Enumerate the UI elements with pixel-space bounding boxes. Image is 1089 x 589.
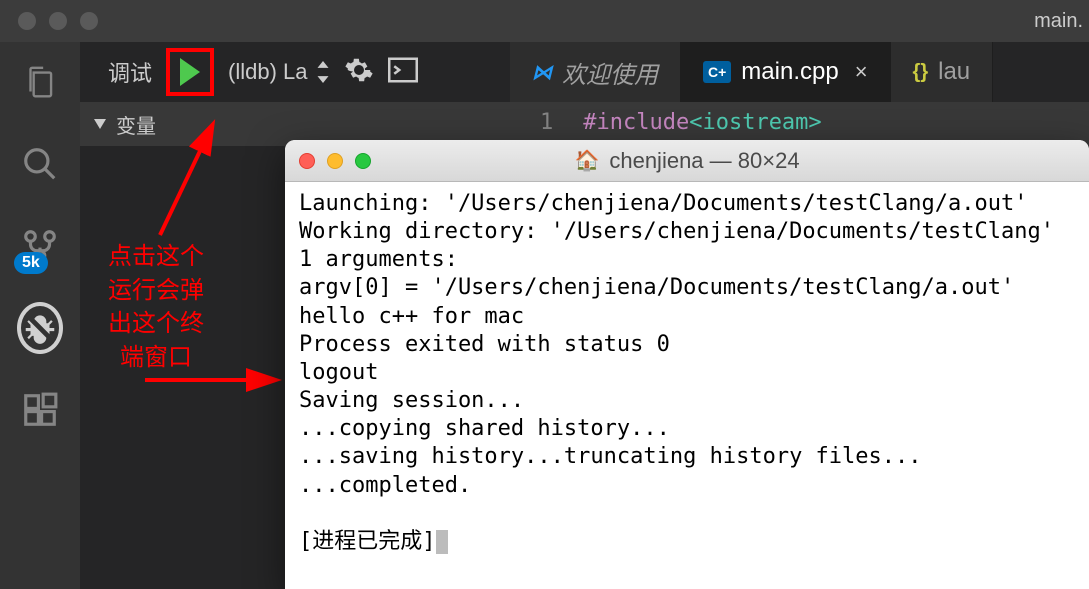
annotation-line-2: 运行会弹 — [108, 274, 204, 308]
tab-main-cpp[interactable]: C+ main.cpp × — [681, 42, 891, 102]
home-icon: 🏠 — [574, 148, 599, 173]
window-title: main. — [1034, 10, 1083, 33]
terminal-cursor — [436, 530, 448, 554]
traffic-lights[interactable] — [18, 12, 98, 30]
terminal-window[interactable]: 🏠 chenjiena — 80×24 Launching: '/Users/c… — [285, 140, 1089, 589]
terminal-line: [进程已完成] — [299, 529, 436, 554]
terminal-line: ...completed. — [299, 473, 471, 498]
close-tab-icon[interactable]: × — [855, 59, 868, 85]
tab-welcome-label: 欢迎使用 — [562, 55, 658, 90]
search-icon[interactable] — [18, 142, 62, 186]
terminal-title-text: chenjiena — 80×24 — [609, 148, 799, 174]
window-titlebar: main. — [0, 0, 1089, 42]
include-header: <iostream> — [689, 110, 821, 135]
terminal-line: Working directory: '/Users/chenjiena/Doc… — [299, 219, 1054, 244]
minimize-window-icon[interactable] — [49, 12, 67, 30]
chevron-down-icon — [94, 119, 106, 129]
tab-welcome[interactable]: ⋈ 欢迎使用 — [510, 42, 681, 102]
debug-config-select[interactable]: (lldb) La — [228, 59, 329, 85]
cpp-file-icon: C+ — [703, 61, 731, 83]
terminal-body[interactable]: Launching: '/Users/chenjiena/Documents/t… — [285, 182, 1089, 589]
terminal-line: argv[0] = '/Users/chenjiena/Documents/te… — [299, 275, 1014, 300]
start-debug-button[interactable] — [166, 48, 214, 96]
annotation-line-4: 端窗口 — [108, 341, 204, 375]
debug-config-label: (lldb) La — [228, 59, 307, 85]
select-updown-icon — [316, 61, 330, 83]
extensions-icon[interactable] — [18, 388, 62, 432]
tab-main-label: main.cpp — [741, 58, 838, 86]
annotation-line-1: 点击这个 — [108, 240, 204, 274]
code-line-1: 1 #include<iostream> — [540, 110, 822, 135]
tab-launch-json[interactable]: {} lau — [891, 42, 994, 102]
tab-launch-label: lau — [938, 58, 970, 86]
debug-label: 调试 — [108, 56, 152, 88]
include-keyword: #include — [583, 110, 689, 135]
terminal-line: Process exited with status 0 — [299, 332, 670, 357]
line-number: 1 — [540, 110, 553, 135]
annotation-text: 点击这个 运行会弹 出这个终 端窗口 — [108, 240, 204, 374]
gear-icon[interactable] — [344, 55, 374, 90]
terminal-titlebar[interactable]: 🏠 chenjiena — 80×24 — [285, 140, 1089, 182]
vscode-logo-icon: ⋈ — [532, 60, 552, 85]
play-icon — [180, 58, 200, 86]
terminal-line: 1 arguments: — [299, 247, 458, 272]
json-file-icon: {} — [913, 61, 929, 84]
terminal-minimize-icon[interactable] — [327, 153, 343, 169]
debug-icon[interactable] — [18, 306, 62, 350]
editor-tabs: ⋈ 欢迎使用 C+ main.cpp × {} lau — [510, 42, 1089, 102]
terminal-line: Saving session... — [299, 388, 524, 413]
source-control-icon[interactable]: 5k — [18, 224, 62, 268]
maximize-window-icon[interactable] — [80, 12, 98, 30]
terminal-maximize-icon[interactable] — [355, 153, 371, 169]
explorer-icon[interactable] — [18, 60, 62, 104]
close-window-icon[interactable] — [18, 12, 36, 30]
activity-bar: 5k — [0, 42, 80, 589]
terminal-line: ...saving history...truncating history f… — [299, 444, 922, 469]
terminal-title: 🏠 chenjiena — 80×24 — [574, 148, 799, 174]
debug-console-icon[interactable] — [388, 57, 418, 88]
terminal-close-icon[interactable] — [299, 153, 315, 169]
terminal-line: ...copying shared history... — [299, 416, 670, 441]
source-control-badge: 5k — [14, 252, 48, 274]
terminal-line: Launching: '/Users/chenjiena/Documents/t… — [299, 191, 1027, 216]
terminal-line: hello c++ for mac — [299, 304, 524, 329]
terminal-line: logout — [299, 360, 378, 385]
terminal-traffic-lights[interactable] — [299, 153, 371, 169]
annotation-line-3: 出这个终 — [108, 307, 204, 341]
